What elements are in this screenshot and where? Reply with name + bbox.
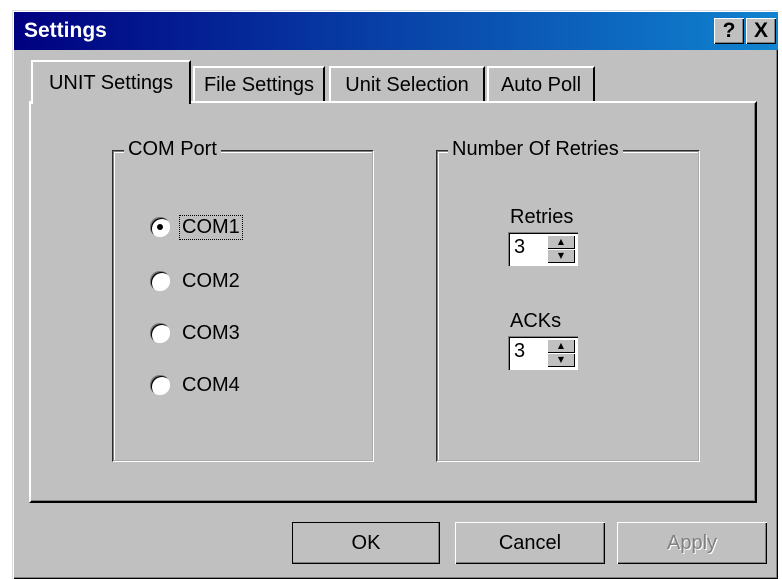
com-port-group: COM Port COM1 COM2 COM3 COM4 [112,138,374,462]
retries-group: Number Of Retries Retries 3 ▲ ▼ ACKs 3 ▲… [436,138,700,462]
ok-button[interactable]: OK [292,522,440,564]
acks-label: ACKs [510,310,562,332]
tab-unit-settings[interactable]: UNIT Settings [31,60,191,104]
com3-radio[interactable]: COM3 [150,318,242,348]
radio-unchecked-icon [150,271,170,291]
retries-group-label: Number Of Retries [448,138,623,161]
retries-value: 3 [514,236,526,258]
spin-up-icon[interactable]: ▲ [547,235,575,249]
com4-label: COM4 [182,373,240,396]
com2-radio[interactable]: COM2 [150,266,242,296]
tab-panel: COM Port COM1 COM2 COM3 COM4 Number Of R… [29,101,757,503]
com-port-group-label: COM Port [124,138,221,161]
help-icon: ? [722,19,736,42]
acks-spinner[interactable]: 3 ▲ ▼ [508,336,578,370]
cancel-button[interactable]: Cancel [455,522,605,564]
radio-unchecked-icon [150,323,170,343]
com1-radio[interactable]: COM1 [150,212,243,242]
com2-label: COM2 [182,269,240,292]
com3-label: COM3 [182,321,240,344]
com4-radio[interactable]: COM4 [150,370,242,400]
title-bar[interactable]: Settings ? X [14,12,778,50]
window-title: Settings [24,19,107,42]
spin-down-icon[interactable]: ▼ [547,353,575,367]
com1-label: COM1 [179,214,243,240]
tab-file-settings[interactable]: File Settings [193,66,325,102]
spin-up-icon[interactable]: ▲ [547,339,575,353]
retries-spinner[interactable]: 3 ▲ ▼ [508,232,578,266]
spin-down-icon[interactable]: ▼ [547,249,575,263]
retries-label: Retries [510,206,574,228]
close-icon: X [753,19,768,42]
close-button[interactable]: X [746,18,776,44]
radio-unchecked-icon [150,375,170,395]
apply-button[interactable]: Apply [617,522,767,564]
tab-unit-selection[interactable]: Unit Selection [329,66,485,102]
help-button[interactable]: ? [714,18,744,44]
acks-value: 3 [514,340,526,362]
tab-auto-poll[interactable]: Auto Poll [487,66,595,102]
radio-checked-icon [150,217,170,237]
